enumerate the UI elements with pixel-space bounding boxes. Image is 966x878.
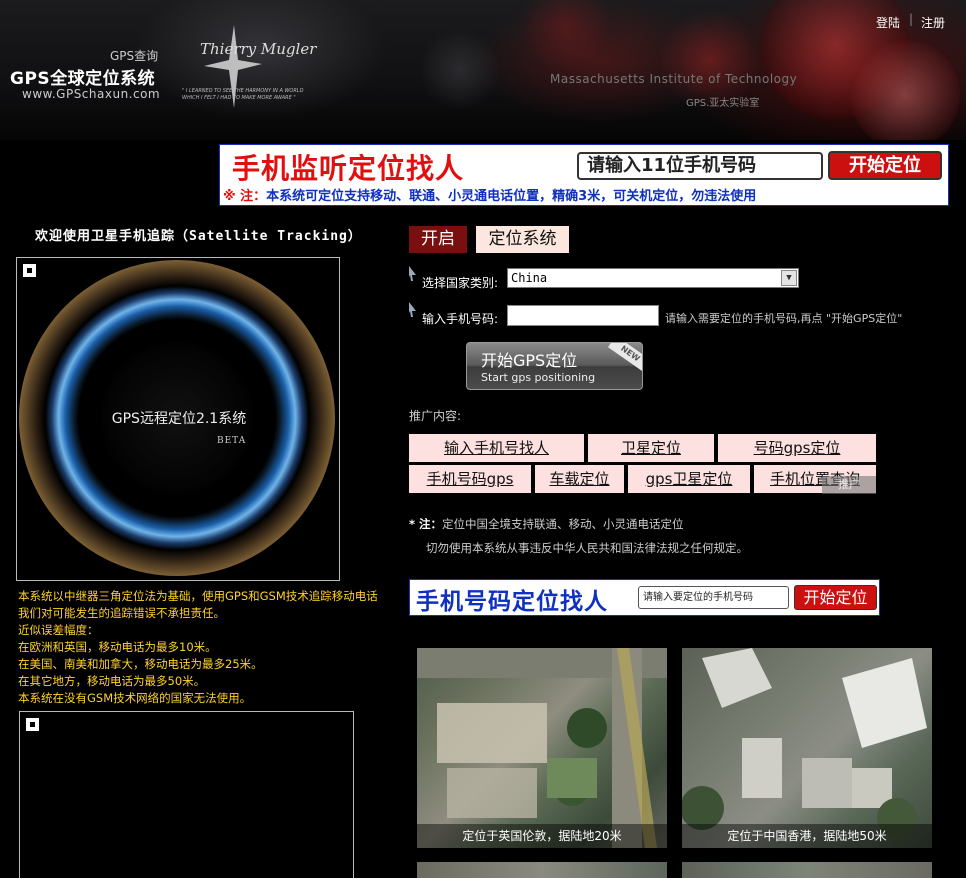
logo-url: www.GPSchaxun.com — [22, 87, 161, 101]
note-star: * 注： — [409, 517, 443, 531]
header-bokeh — [420, 30, 500, 110]
register-link[interactable]: 注册 — [921, 14, 945, 31]
promo-link[interactable]: gps卫星定位 — [628, 465, 750, 493]
chevron-down-icon[interactable]: ▼ — [781, 270, 797, 286]
phone-hint: 请输入需要定位的手机号码,再点 "开始GPS定位" — [665, 312, 903, 325]
logo-subtitle: GPS查询 — [110, 49, 159, 63]
banner2-phone-input[interactable]: 请输入要定位的手机号码 — [638, 586, 789, 609]
banner-note: ※ 注：本系统可定位支持移动、联通、小灵通电话位置，精确3米，可关机定位，勿违法… — [223, 185, 756, 204]
promo-link[interactable]: 车载定位 — [535, 465, 624, 493]
banner2-title: 手机号码定位找人 — [416, 589, 608, 615]
phone-number-input[interactable] — [507, 305, 659, 326]
photo-caption: 定位于英国伦敦，据陆地20米 — [417, 824, 667, 848]
hero-beta-label: BETA — [217, 436, 247, 446]
banner2-start-button[interactable]: 开始定位 — [794, 585, 877, 610]
logo-title: GPS全球定位系统 — [10, 69, 156, 89]
promo-label: 推广内容: — [409, 409, 462, 423]
tab-open[interactable]: 开启 — [409, 226, 467, 253]
satellite-photo-partial[interactable] — [417, 862, 667, 878]
note-line: 切勿使用本系统从事违反中华人民共和国法律法规之任何规定。 — [426, 541, 748, 555]
banner-note-mark: ※ 注： — [223, 189, 267, 204]
top-ad-banner[interactable]: 手机监听定位找人 请输入11位手机号码 开始定位 ※ 注：本系统可定位支持移动、… — [219, 144, 949, 206]
info-line: 在美国、南美和加拿大，移动电话为最多25米。 — [18, 657, 263, 671]
nav-divider: | — [909, 12, 914, 26]
info-line: 我们对可能发生的追踪错误不承担责任。 — [18, 606, 225, 620]
brand-tagline: " I LEARNED TO SEE THE HARMONY IN A WORL… — [182, 88, 304, 101]
header-bokeh — [850, 40, 960, 140]
promo-link[interactable]: 输入手机号找人 — [409, 434, 584, 462]
note-text: 定位中国全境支持联通、移动、小灵通电话定位 — [442, 517, 684, 531]
tab-locate-system[interactable]: 定位系统 — [476, 226, 569, 253]
banner-note-text: 本系统可定位支持移动、联通、小灵通电话位置，精确3米，可关机定位，勿违法使用 — [266, 189, 757, 204]
cursor-arrow-icon — [409, 266, 416, 281]
info-line: 在其它地方，移动电话为最多50米。 — [18, 674, 206, 688]
start-gps-label: 开始GPS定位 — [481, 351, 578, 370]
info-line: 在欧洲和英国，移动电话为最多10米。 — [18, 640, 217, 654]
welcome-heading: 欢迎使用卫星手机追踪（Satellite Tracking） — [35, 229, 362, 244]
satellite-photo-art — [682, 648, 927, 838]
start-gps-button[interactable]: 开始GPS定位 Start gps positioning NEW — [466, 342, 643, 390]
banner-title: 手机监听定位找人 — [232, 152, 465, 185]
accuracy-info: 本系统以中继器三角定位法为基础，使用GPS和GSM技术追踪移动电话 我们对可能发… — [18, 588, 398, 707]
country-selected-value: China — [511, 271, 548, 285]
brand-signature: Thierry Mugler — [200, 40, 317, 58]
satellite-photo-art — [417, 648, 667, 848]
new-badge: NEW — [607, 343, 642, 373]
satellite-photo-london[interactable]: 定位于英国伦敦，据陆地20米 — [417, 648, 667, 848]
info-line: 本系统以中继器三角定位法为基础，使用GPS和GSM技术追踪移动电话 — [18, 589, 378, 603]
info-line: 本系统在没有GSM技术网络的国家无法使用。 — [18, 691, 252, 705]
satellite-photo-partial[interactable] — [682, 862, 932, 878]
mid-ad-banner[interactable]: 手机号码定位找人 请输入要定位的手机号码 开始定位 — [409, 579, 880, 616]
satellite-photo-hongkong[interactable]: 定位于中国香港，据陆地50米 — [682, 648, 932, 848]
info-line: 近似误差幅度： — [18, 623, 99, 637]
note-line: * 注：定位中国全境支持联通、移动、小灵通电话定位 — [409, 516, 684, 532]
hero-title: GPS远程定位2.1系统 — [111, 411, 247, 427]
banner-phone-input[interactable]: 请输入11位手机号码 — [577, 152, 823, 180]
country-select[interactable]: China ▼ — [507, 268, 799, 288]
institute-name: Massachusetts Institute of Technology — [550, 72, 798, 86]
lab-name: GPS.亚太实验室 — [686, 98, 760, 109]
header-bokeh — [520, 0, 610, 70]
start-gps-sublabel: Start gps positioning — [481, 371, 596, 384]
video-flash-box — [19, 711, 354, 878]
hero-flash-box: GPS远程定位2.1系统 BETA — [16, 257, 340, 581]
promo-link[interactable]: 手机号码gps — [409, 465, 531, 493]
promo-link[interactable]: 号码gps定位 — [718, 434, 876, 462]
plugin-placeholder-icon — [23, 264, 36, 277]
photo-caption: 定位于中国香港，据陆地50米 — [682, 824, 932, 848]
promo-link[interactable]: 卫星定位 — [588, 434, 714, 462]
country-label: 选择国家类别: — [422, 276, 499, 290]
phone-label: 输入手机号码: — [422, 312, 499, 326]
cursor-arrow-icon — [409, 302, 416, 317]
banner-start-button[interactable]: 开始定位 — [828, 151, 942, 180]
plugin-placeholder-icon — [26, 718, 39, 731]
site-header: GPS查询 GPS全球定位系统 www.GPSchaxun.com Thierr… — [0, 0, 966, 140]
promo-watermark: 推广 — [822, 476, 876, 494]
login-link[interactable]: 登陆 — [876, 14, 900, 31]
